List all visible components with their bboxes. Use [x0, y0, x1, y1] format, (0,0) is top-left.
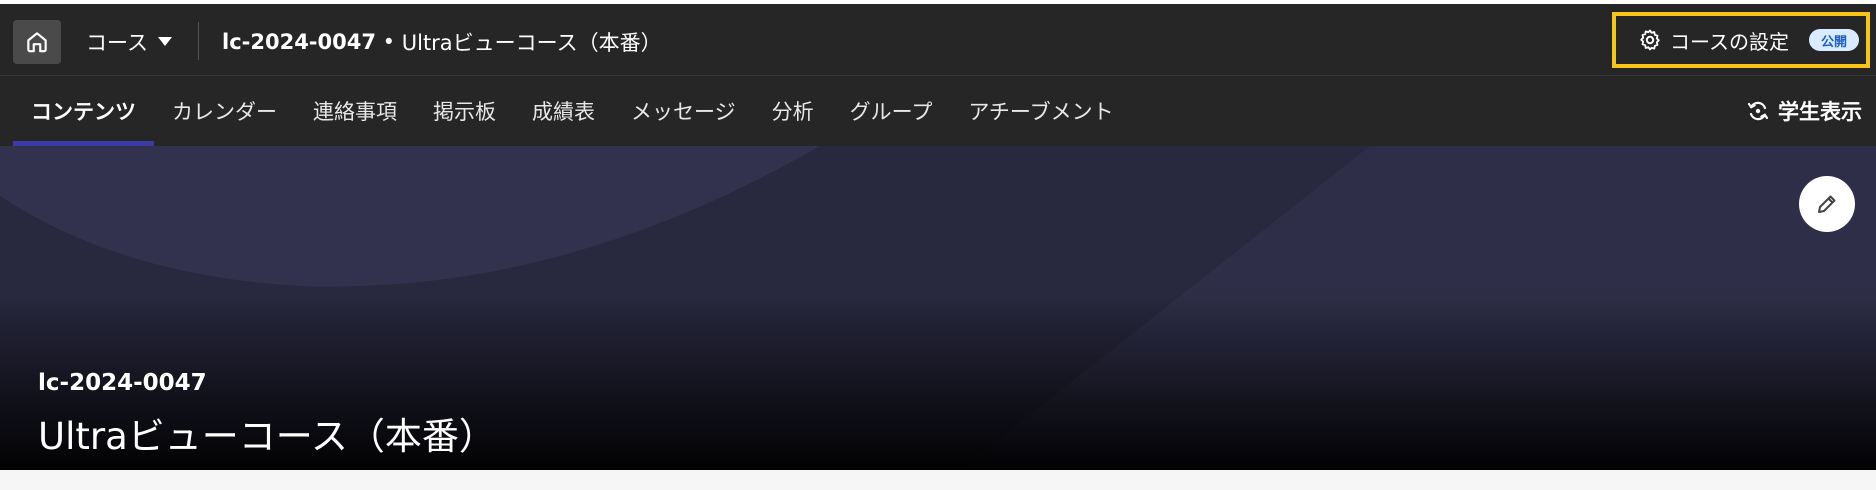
tab-label: グループ [849, 100, 933, 124]
course-settings-label: コースの設定 [1670, 29, 1789, 54]
tab-achievements[interactable]: アチーブメント [950, 76, 1131, 146]
content-area-top [0, 470, 1876, 490]
course-tab-nav: コンテンツ カレンダー 連絡事項 掲示板 成績表 メッセージ 分析 グループ ア… [0, 76, 1876, 146]
course-name: Ultraビューコース（本番） [401, 31, 662, 55]
tab-label: 分析 [771, 100, 814, 124]
course-menu-button[interactable]: コース [86, 22, 172, 62]
tab-label: 成績表 [532, 100, 595, 124]
refresh-icon [1747, 101, 1769, 121]
student-view-button[interactable]: 学生表示 [1746, 94, 1862, 128]
caret-down-icon [157, 37, 172, 46]
tab-label: 連絡事項 [313, 100, 397, 124]
course-banner: lc-2024-0047 Ultraビューコース（本番） [0, 146, 1876, 470]
banner-course-code: lc-2024-0047 [38, 370, 207, 396]
status-badge: 公開 [1809, 29, 1859, 51]
tab-groups[interactable]: グループ [832, 76, 951, 146]
tab-label: コンテンツ [31, 100, 136, 124]
course-breadcrumb: lc-2024-0047 • Ultraビューコース（本番） [222, 24, 662, 60]
banner-course-title: Ultraビューコース（本番） [38, 415, 496, 458]
student-view-label: 学生表示 [1778, 100, 1862, 124]
tab-label: アチーブメント [968, 100, 1114, 124]
home-icon [27, 32, 47, 53]
home-button[interactable] [13, 20, 61, 64]
tab-label: メッセージ [631, 100, 736, 124]
tab-label: 掲示板 [433, 100, 496, 124]
header-divider [198, 22, 199, 60]
edit-banner-button[interactable] [1799, 176, 1855, 232]
tab-gradebook[interactable]: 成績表 [514, 76, 613, 146]
course-settings-button[interactable]: コースの設定 公開 [1612, 12, 1870, 68]
course-menu-label: コース [86, 31, 148, 55]
tab-content[interactable]: コンテンツ [13, 76, 154, 146]
course-header: コース lc-2024-0047 • Ultraビューコース（本番） コースの設… [0, 4, 1876, 76]
tab-announcements[interactable]: 連絡事項 [295, 76, 415, 146]
gear-icon [1640, 29, 1660, 51]
pencil-icon [1818, 195, 1836, 213]
tab-discussions[interactable]: 掲示板 [415, 76, 514, 146]
tab-calendar[interactable]: カレンダー [154, 76, 295, 146]
tab-messages[interactable]: メッセージ [613, 76, 754, 146]
breadcrumb-separator: • [375, 30, 402, 54]
tab-analytics[interactable]: 分析 [754, 76, 832, 146]
tab-list: コンテンツ カレンダー 連絡事項 掲示板 成績表 メッセージ 分析 グループ ア… [13, 76, 1132, 146]
course-page: コース lc-2024-0047 • Ultraビューコース（本番） コースの設… [0, 0, 1876, 490]
tab-label: カレンダー [172, 100, 277, 124]
course-code: lc-2024-0047 [222, 30, 376, 54]
